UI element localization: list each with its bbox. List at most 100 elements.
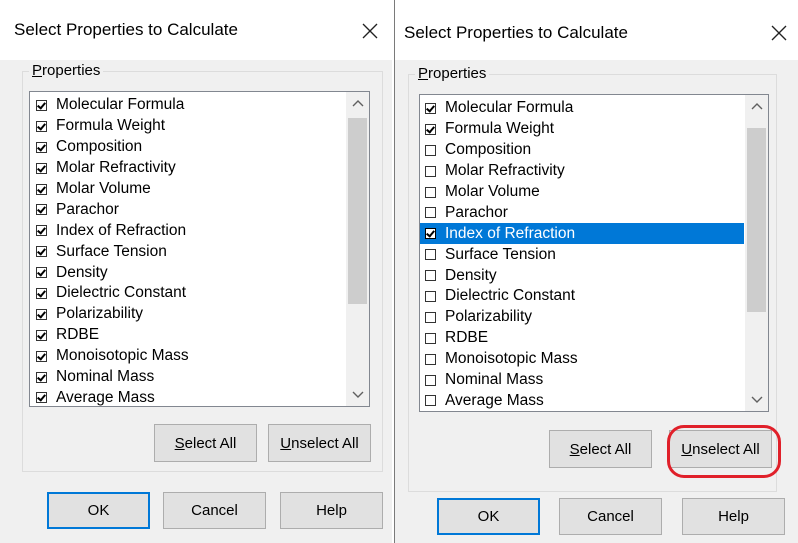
list-item[interactable]: Dielectric Constant [420,286,744,307]
cancel-button[interactable]: Cancel [163,492,266,529]
list-item[interactable]: Monoisotopic Mass [420,349,744,370]
properties-listbox[interactable]: Molecular Formula Formula Weight Compositi… [419,94,769,412]
checkbox-icon[interactable] [36,225,47,237]
list-item[interactable]: Dielectric Constant [30,283,345,304]
checkbox-icon[interactable] [36,99,47,111]
list-item[interactable]: Composition [30,137,345,158]
checkbox-icon[interactable] [425,395,436,407]
scroll-thumb[interactable] [747,128,766,312]
list-item[interactable]: Molecular Formula [30,95,345,116]
scroll-thumb[interactable] [348,118,367,304]
help-button[interactable]: Help [682,498,785,535]
checkbox-icon[interactable] [425,165,436,177]
checkbox-icon[interactable] [425,311,436,323]
list-item[interactable]: Average Mass [420,390,744,411]
checkbox-icon[interactable] [36,120,47,132]
list-item[interactable]: Average Mass [30,387,345,406]
unselect-all-button[interactable]: Unselect All [669,430,772,468]
help-button[interactable]: Help [280,492,383,529]
list-item[interactable]: Nominal Mass [30,367,345,388]
list-item[interactable]: Density [420,265,744,286]
properties-listbox[interactable]: Molecular Formula Formula Weight Compositi… [29,91,370,407]
scroll-down-button[interactable] [745,389,768,411]
list-item[interactable]: Formula Weight [30,116,345,137]
list-item-label: Formula Weight [56,117,166,135]
ok-button[interactable]: OK [47,492,150,529]
list-item[interactable]: Parachor [420,202,744,223]
list-item-label: Molar Volume [56,180,151,197]
checkbox-icon[interactable] [36,308,47,320]
list-item[interactable]: Nominal Mass [420,370,744,391]
vertical-scrollbar[interactable] [346,92,369,406]
list-item-label: Index of Refraction [445,224,576,242]
unselect-all-button[interactable]: Unselect All [268,424,371,462]
checkbox-icon[interactable] [36,183,47,195]
select-all-rest: elect All [579,440,632,458]
select-all-button[interactable]: Select All [549,430,652,468]
list-item[interactable]: Composition [420,140,744,161]
list-item[interactable]: RDBE [420,328,744,349]
checkbox-icon[interactable] [36,287,47,299]
checkbox-icon[interactable] [425,290,436,302]
scroll-up-button[interactable] [745,95,768,117]
checkbox-icon[interactable] [36,141,47,153]
list-item[interactable]: Surface Tension [420,244,744,265]
checkbox-icon[interactable] [36,162,47,174]
list-item[interactable]: RDBE [30,325,345,346]
list-item[interactable]: Surface Tension [30,241,345,262]
checkbox-icon[interactable] [36,267,47,279]
select-all-button[interactable]: Select All [154,424,257,462]
checkbox-icon[interactable] [425,123,436,135]
list-item-label: Composition [56,138,143,156]
properties-list: Molecular Formula Formula Weight Compositi… [30,95,345,406]
checkbox-icon[interactable] [425,249,436,261]
list-item-label: Index of Refraction [56,221,187,239]
close-button[interactable] [768,22,790,44]
list-item[interactable]: Molar Volume [420,182,744,203]
vertical-scrollbar[interactable] [745,95,768,411]
scroll-down-button[interactable] [346,384,369,406]
list-item-label: Molar Volume [445,183,540,200]
checkbox-icon[interactable] [425,144,436,156]
list-item[interactable]: Formula Weight [420,119,744,140]
checkbox-icon[interactable] [36,204,47,216]
checkbox-icon[interactable] [425,374,436,386]
list-item[interactable]: Monoisotopic Mass [30,346,345,367]
checkbox-icon[interactable] [36,329,47,341]
dialog-properties-initial: Select Properties to Calculate Propertie… [0,0,392,543]
list-item[interactable]: Molecular Formula [420,98,744,119]
cancel-button[interactable]: Cancel [559,498,662,535]
checkbox-icon[interactable] [425,353,436,365]
checkbox-icon[interactable] [36,246,47,258]
close-button[interactable] [359,20,381,42]
title-bar: Select Properties to Calculate [395,0,798,60]
checkbox-icon[interactable] [36,350,47,362]
checkbox-icon[interactable] [36,371,47,383]
checkbox-icon[interactable] [425,186,436,198]
list-item-label: Average Mass [56,388,155,406]
list-item[interactable]: Index of Refraction [30,220,345,241]
scroll-up-button[interactable] [346,92,369,114]
checkbox-icon[interactable] [425,270,436,282]
dialog-title: Select Properties to Calculate [14,20,238,39]
ok-button[interactable]: OK [437,498,540,535]
unselect-all-rest: nselect All [291,434,359,452]
list-item[interactable]: Molar Refractivity [30,158,345,179]
list-item[interactable]: Molar Refractivity [420,161,744,182]
checkbox-icon[interactable] [36,392,47,404]
chevron-up-icon [352,100,363,107]
list-item[interactable]: Parachor [30,199,345,220]
checkbox-icon[interactable] [425,102,436,114]
list-item[interactable]: Molar Volume [30,179,345,200]
checkbox-icon[interactable] [425,207,436,219]
checkbox-icon[interactable] [425,228,436,240]
list-item-label: Polarizability [445,308,533,326]
list-item-label: Surface Tension [445,245,556,263]
list-item[interactable]: Polarizability [420,307,744,328]
checkbox-icon[interactable] [425,332,436,344]
list-item[interactable]: Density [30,262,345,283]
title-bar: Select Properties to Calculate [0,0,392,60]
list-item[interactable]: Index of Refraction [420,223,744,245]
list-item[interactable]: Polarizability [30,304,345,325]
chevron-down-icon [751,396,762,403]
